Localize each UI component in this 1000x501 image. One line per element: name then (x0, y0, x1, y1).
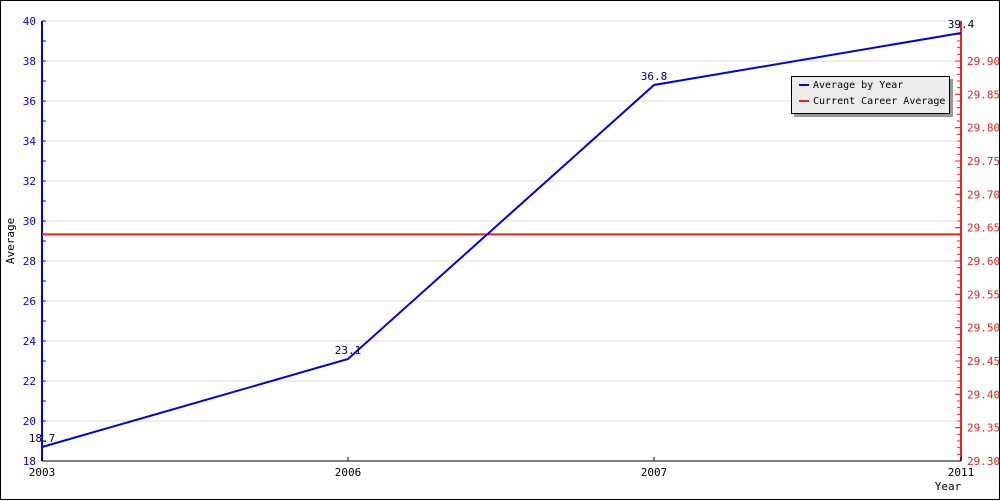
y2-tick-label: 29.65 (967, 222, 1000, 235)
y-axis-title: Average (4, 218, 17, 264)
legend-item-average-by-year: Average by Year (792, 77, 949, 93)
y2-tick-label: 29.60 (967, 255, 1000, 268)
y-tick-label: 34 (23, 135, 37, 148)
y2-tick-label: 29.75 (967, 155, 1000, 168)
y-tick-label: 26 (23, 295, 36, 308)
y-tick-label: 30 (23, 215, 36, 228)
chart-frame: 18 20 22 24 26 28 30 32 34 36 38 40 29.30 29.35 29.40 2… (0, 0, 1000, 500)
legend-item-career-average: Current Career Average (792, 93, 949, 109)
y2-tick-label: 29.80 (967, 122, 1000, 135)
x-tick-label: 2003 (29, 466, 56, 479)
y-tick-label: 22 (23, 375, 36, 388)
y2-tick-label: 29.90 (967, 55, 1000, 68)
y-tick-label: 36 (23, 95, 36, 108)
x-axis-title: Year (935, 480, 962, 493)
y-tick-label: 24 (23, 335, 37, 348)
x-tick-label: 2011 (948, 466, 975, 479)
y2-tick-label: 29.55 (967, 288, 1000, 301)
x-tick-label: 2006 (335, 466, 362, 479)
y2-tick-label: 29.45 (967, 355, 1000, 368)
y-tick-label: 38 (23, 55, 36, 68)
data-label: 36.8 (641, 70, 668, 83)
y2-tick-label: 29.35 (967, 422, 1000, 435)
legend-swatch-red (799, 100, 809, 102)
y2-tick-label: 29.50 (967, 322, 1000, 335)
y-tick-label: 40 (23, 15, 36, 28)
legend-label: Current Career Average (813, 95, 946, 107)
y2-tick-label: 29.40 (967, 388, 1000, 401)
data-label: 18.7 (29, 432, 56, 445)
legend: Average by Year Current Career Average (791, 76, 950, 114)
legend-label: Average by Year (813, 79, 904, 91)
data-label: 39.4 (948, 18, 975, 31)
data-label: 23.1 (335, 344, 362, 357)
y-tick-label: 32 (23, 175, 36, 188)
legend-swatch-blue (799, 84, 809, 86)
y2-tick-label: 29.85 (967, 88, 1000, 101)
y-tick-label: 20 (23, 415, 36, 428)
y2-tick-label: 29.70 (967, 188, 1000, 201)
y-tick-label: 28 (23, 255, 36, 268)
x-tick-label: 2007 (641, 466, 668, 479)
